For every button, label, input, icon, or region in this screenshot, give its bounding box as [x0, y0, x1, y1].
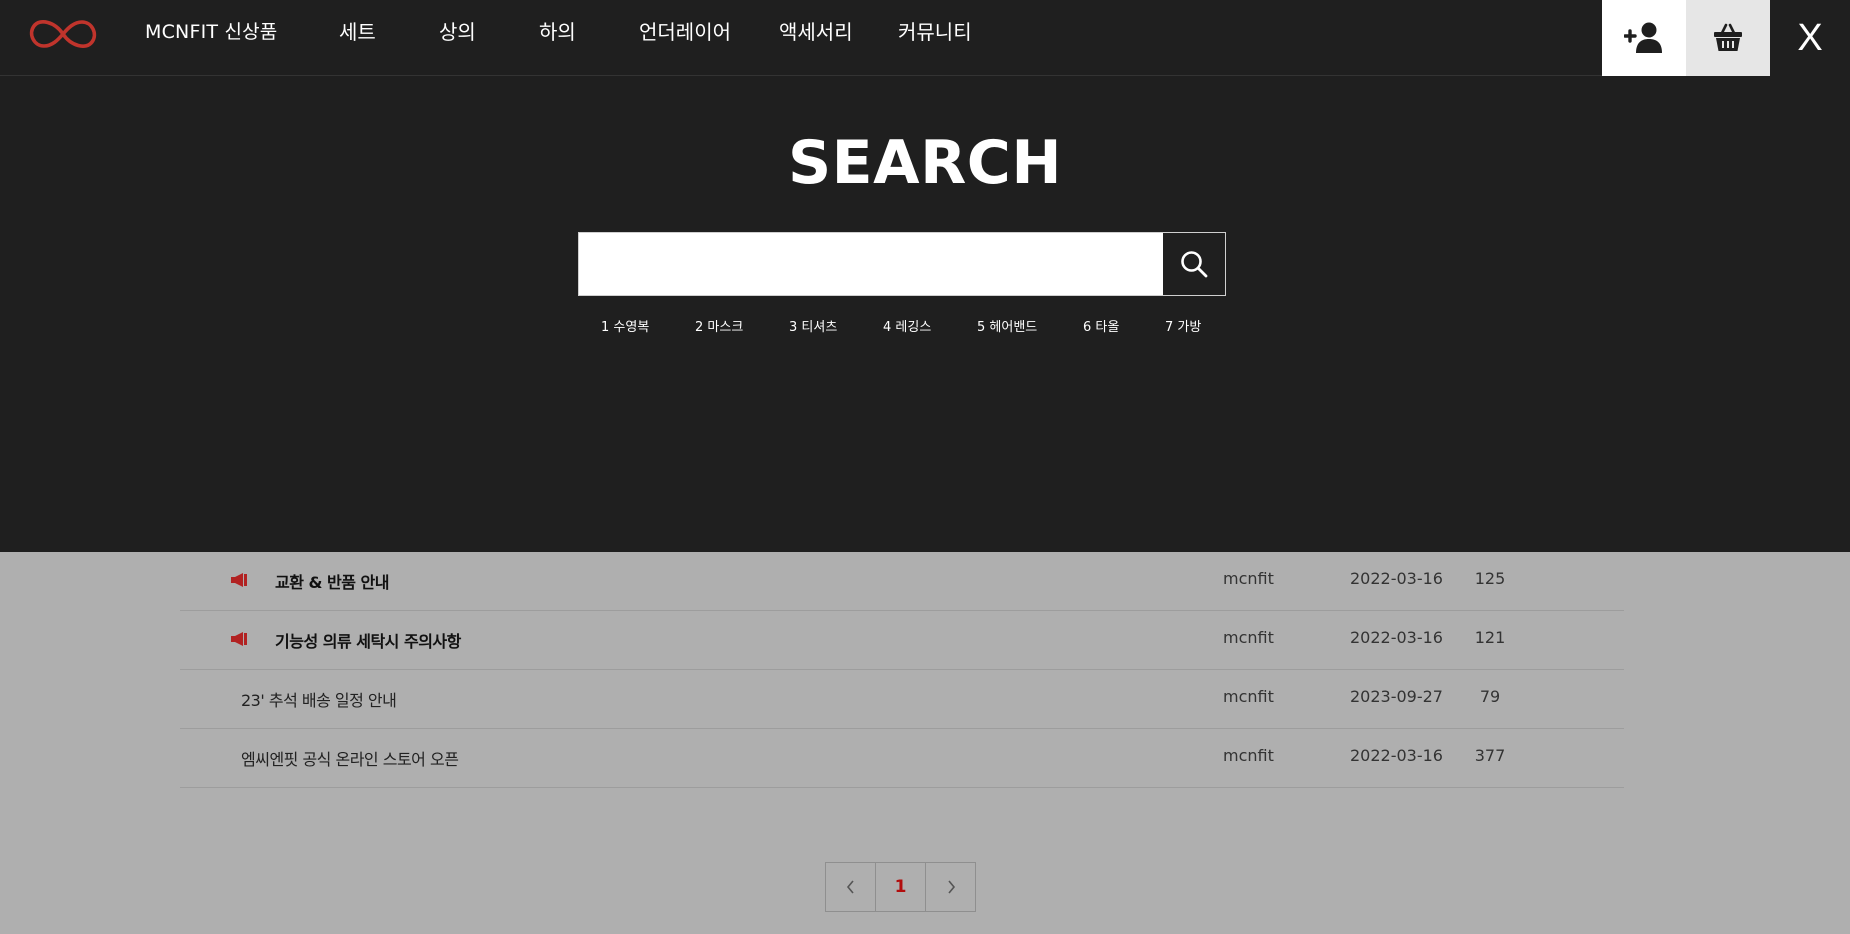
nav-accessory[interactable]: 액세서리	[779, 18, 853, 46]
row-date: 2022-03-16	[1350, 569, 1443, 588]
mcnfit-logo-icon[interactable]	[28, 16, 98, 52]
keyword-link[interactable]: 6 타올	[1083, 316, 1119, 335]
keyword-link[interactable]: 2 마스크	[695, 316, 743, 335]
search-title: SEARCH	[787, 128, 1063, 198]
row-date: 2022-03-16	[1350, 628, 1443, 647]
search-form	[578, 232, 1226, 296]
nav-bottom[interactable]: 하의	[539, 18, 576, 46]
close-search-button[interactable]: X	[1770, 0, 1850, 76]
search-icon	[1181, 251, 1208, 278]
chevron-right-icon	[947, 880, 955, 894]
row-writer: mcnfit	[1223, 746, 1274, 765]
nav-top[interactable]: 상의	[439, 18, 476, 46]
search-overlay: SEARCH 1 수영복 2 마스크 3 티셔츠 4 레깅스 5 헤어밴드 6 …	[0, 76, 1850, 552]
nav-set[interactable]: 세트	[339, 18, 376, 46]
row-date: 2022-03-16	[1350, 746, 1443, 765]
keyword-link[interactable]: 5 헤어밴드	[977, 316, 1037, 335]
close-label: X	[1797, 16, 1823, 59]
table-row[interactable]: 교환 & 반품 안내 mcnfit 2022-03-16 125	[180, 552, 1624, 611]
megaphone-icon	[231, 632, 247, 646]
nav-underlayer[interactable]: 언더레이어	[639, 18, 731, 46]
search-button[interactable]	[1163, 233, 1225, 295]
pagination: 1	[825, 862, 976, 912]
row-subject[interactable]: 교환 & 반품 안내	[275, 569, 389, 593]
row-hits: 377	[1474, 746, 1506, 765]
search-input[interactable]	[579, 233, 1163, 295]
nav-community[interactable]: 커뮤니티	[898, 18, 972, 46]
popular-keywords: 1 수영복 2 마스크 3 티셔츠 4 레깅스 5 헤어밴드 6 타올 7 가방	[0, 316, 1850, 336]
cart-button[interactable]	[1686, 0, 1770, 76]
keyword-link[interactable]: 1 수영복	[601, 316, 649, 335]
row-hits: 125	[1474, 569, 1506, 588]
row-writer: mcnfit	[1223, 569, 1274, 588]
prev-page-button[interactable]	[825, 862, 876, 912]
row-writer: mcnfit	[1223, 687, 1274, 706]
top-navigation-bar: MCNFIT 신상품 세트 상의 하의 언더레이어 액세서리 커뮤니티 X	[0, 0, 1850, 76]
person-plus-icon	[1624, 22, 1662, 53]
keyword-link[interactable]: 3 티셔츠	[789, 316, 837, 335]
basket-icon	[1714, 23, 1742, 51]
megaphone-icon	[231, 573, 247, 587]
chevron-left-icon	[846, 880, 854, 894]
keyword-link[interactable]: 7 가방	[1165, 316, 1201, 335]
table-row[interactable]: 23' 추석 배송 일정 안내 mcnfit 2023-09-27 79	[180, 670, 1624, 729]
page-number-button[interactable]: 1	[875, 862, 926, 912]
row-date: 2023-09-27	[1350, 687, 1443, 706]
row-hits: 79	[1479, 687, 1501, 706]
row-subject[interactable]: 엠씨엔핏 공식 온라인 스토어 오픈	[241, 746, 459, 770]
table-row[interactable]: 엠씨엔핏 공식 온라인 스토어 오픈 mcnfit 2022-03-16 377	[180, 729, 1624, 788]
row-subject[interactable]: 23' 추석 배송 일정 안내	[241, 687, 397, 711]
row-hits: 121	[1474, 628, 1506, 647]
table-row[interactable]: 기능성 의류 세탁시 주의사항 mcnfit 2022-03-16 121	[180, 611, 1624, 670]
join-button[interactable]	[1602, 0, 1686, 76]
row-subject[interactable]: 기능성 의류 세탁시 주의사항	[275, 628, 461, 652]
next-page-button[interactable]	[925, 862, 976, 912]
nav-new-products[interactable]: MCNFIT 신상품	[145, 18, 278, 46]
keyword-link[interactable]: 4 레깅스	[883, 316, 931, 335]
row-writer: mcnfit	[1223, 628, 1274, 647]
